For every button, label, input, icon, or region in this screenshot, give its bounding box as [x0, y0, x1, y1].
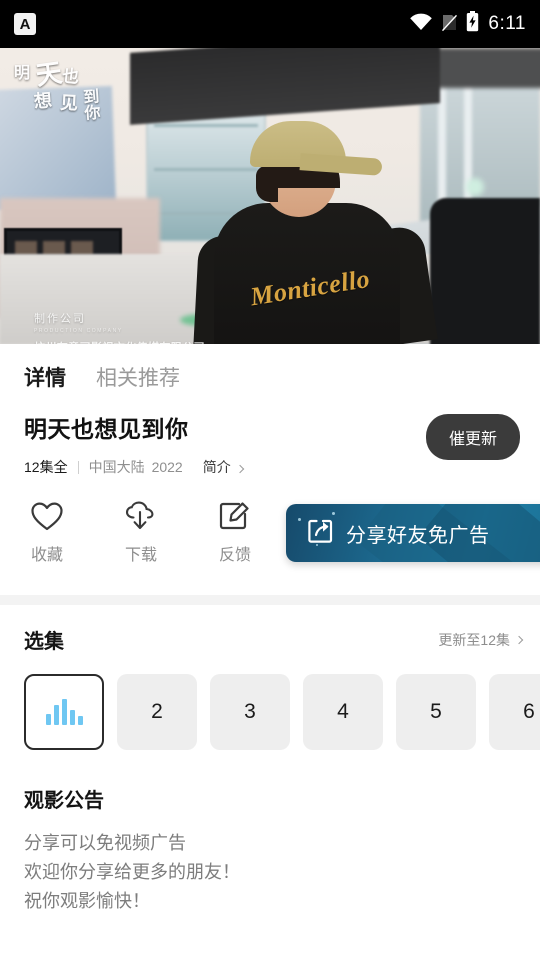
download-label: 下载	[124, 547, 157, 564]
episodes-header: 选集 更新至12集	[0, 605, 540, 654]
logo-char-2: 天	[34, 58, 64, 91]
share-label: 分享好友免广告	[346, 524, 490, 547]
region-label: 中国大陆	[88, 459, 145, 475]
video-player[interactable]: Monticello 明 天 也 想 见 到你 制作公司 PRODUCTION …	[0, 48, 540, 344]
production-credit: 制作公司 PRODUCTION COMPANY 杭州有意司影视文化传媒有限公司	[34, 310, 205, 344]
sim-card-off-icon	[442, 12, 458, 37]
chevron-right-icon	[514, 635, 524, 644]
tab-related[interactable]: 相关推荐	[96, 362, 180, 392]
share-free-ads-button[interactable]: 分享好友免广告	[286, 504, 540, 562]
notice-line-2: 欢迎你分享给更多的朋友！	[24, 862, 240, 882]
viewing-notice-section: 观影公告 分享可以免视频广告 欢迎你分享给更多的朋友！ 祝你观影愉快！	[0, 750, 540, 916]
notice-title: 观影公告	[24, 790, 104, 812]
feedback-label: 反馈	[218, 547, 251, 564]
now-playing-equalizer-icon	[45, 699, 83, 725]
clock: 6:11	[488, 13, 526, 34]
episode-tile-2[interactable]: 2	[117, 674, 197, 750]
app-icon: A	[14, 13, 36, 35]
feedback-button[interactable]: 反馈	[188, 501, 282, 565]
credit-label-cn: 制作公司	[34, 313, 86, 325]
episodes-more-label: 更新至12集	[438, 631, 510, 648]
share-icon	[304, 516, 334, 551]
credit-company: 杭州有意司影视文化传媒有限公司	[34, 339, 205, 344]
tab-bar: 详情 相关推荐	[0, 344, 540, 404]
feedback-edit-icon	[218, 501, 252, 532]
logo-char-6: 到你	[82, 88, 102, 123]
notice-body: 分享可以免视频广告 欢迎你分享给更多的朋友！ 祝你观影愉快！	[24, 829, 516, 916]
episode-count: 12集全	[24, 459, 68, 475]
tab-details[interactable]: 详情	[24, 362, 66, 392]
episode-tile-1[interactable]	[24, 674, 104, 750]
intro-link-label: 简介	[202, 459, 231, 475]
notice-line-1: 分享可以免视频广告	[24, 833, 186, 853]
logo-char-3: 也	[61, 66, 80, 87]
year-label: 2022	[151, 459, 183, 475]
action-bar: 收藏 下载 反馈 分享好友免广告	[0, 477, 540, 565]
logo-char-4: 想	[33, 90, 53, 112]
chevron-right-icon	[235, 464, 244, 474]
notice-line-3: 祝你观影愉快！	[24, 891, 150, 911]
download-button[interactable]: 下载	[94, 501, 188, 565]
wifi-icon	[409, 13, 433, 36]
section-divider	[0, 595, 540, 605]
cloud-download-icon	[124, 501, 158, 532]
status-icons: 6:11	[409, 11, 526, 37]
credit-label-en: PRODUCTION COMPANY	[34, 328, 123, 334]
intro-link[interactable]: 简介	[202, 457, 244, 477]
episode-tile-6[interactable]: 6	[489, 674, 540, 750]
page-title: 明天也想见到你	[24, 416, 189, 442]
status-bar: A 6:11	[0, 0, 540, 48]
episode-list[interactable]: 2 3 4 5 6	[0, 654, 540, 750]
title-meta: 12集全 中国大陆 2022 简介	[24, 457, 426, 477]
heart-icon	[30, 501, 64, 532]
episodes-title: 选集	[24, 631, 64, 653]
show-logo-watermark: 明 天 也 想 见 到你	[14, 58, 106, 124]
episode-tile-3[interactable]: 3	[210, 674, 290, 750]
episode-tile-5[interactable]: 5	[396, 674, 476, 750]
logo-char-5: 见	[59, 92, 79, 114]
title-section: 明天也想见到你 12集全 中国大陆 2022 简介 催更新	[0, 404, 540, 477]
favorite-label: 收藏	[30, 547, 63, 564]
battery-charging-icon	[466, 11, 479, 37]
favorite-button[interactable]: 收藏	[0, 501, 94, 565]
episodes-more-link[interactable]: 更新至12集	[438, 630, 524, 650]
episode-tile-4[interactable]: 4	[303, 674, 383, 750]
meta-divider	[77, 460, 79, 474]
urge-update-button[interactable]: 催更新	[425, 414, 520, 460]
logo-char-1: 明	[14, 65, 31, 82]
